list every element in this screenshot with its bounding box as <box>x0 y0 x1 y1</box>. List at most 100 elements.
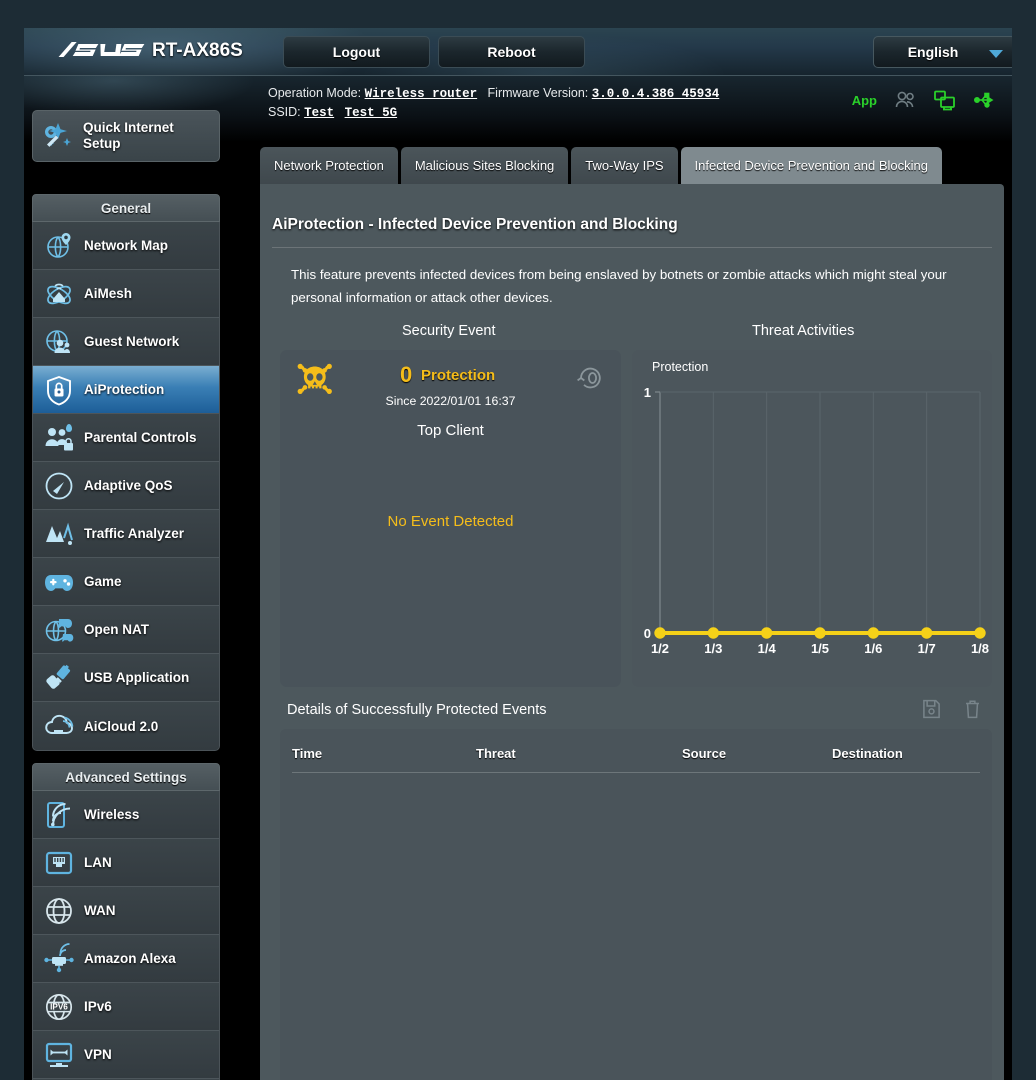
security-event-card: 0 Protection Since 2022/01/01 16:37 Top … <box>280 350 621 687</box>
chart-y-tick-label: 1 <box>644 385 651 400</box>
quick-setup-icon <box>41 119 75 153</box>
sidebar-item-usb-application[interactable]: USB Application <box>33 654 219 702</box>
open-nat-icon <box>42 614 76 646</box>
chart-data-point[interactable] <box>921 628 931 638</box>
sidebar-item-aimesh[interactable]: AiMesh <box>33 270 219 318</box>
shield-lock-icon <box>42 374 76 406</box>
usb-devices-icon[interactable] <box>933 89 957 111</box>
sidebar-item-label: Guest Network <box>84 334 179 349</box>
sidebar-item-traffic-analyzer[interactable]: Traffic Analyzer <box>33 510 219 558</box>
usb-icon[interactable] <box>973 89 997 111</box>
firmware-value[interactable]: 3.0.0.4.386_45934 <box>592 87 720 101</box>
wireless-icon <box>42 799 76 831</box>
ssid-2g-link[interactable]: Test <box>304 106 334 120</box>
chart-data-point[interactable] <box>975 628 985 638</box>
sidebar-group-general: General Network Map AiMesh Guest Network Ai… <box>32 194 220 751</box>
sidebar-group-advanced: Advanced Settings Wireless LAN WAN Amazon A… <box>32 763 220 1080</box>
tab-infected-device-prevention-and-blocking[interactable]: Infected Device Prevention and Blocking <box>681 147 942 184</box>
sidebar-item-label: IPv6 <box>84 999 112 1014</box>
network-map-icon <box>42 230 76 262</box>
sidebar-item-label: Game <box>84 574 122 589</box>
sidebar-item-adaptive-qos[interactable]: Adaptive QoS <box>33 462 219 510</box>
app-link[interactable]: App <box>852 93 877 108</box>
protection-count: 0 <box>400 362 412 388</box>
chart-data-point[interactable] <box>868 628 878 638</box>
table-header-row: Time Threat Source Destination <box>292 737 980 773</box>
chart-data-point[interactable] <box>815 628 825 638</box>
top-header-bar: RT-AX86S Logout Reboot English <box>24 28 1012 76</box>
sidebar-item-wireless[interactable]: Wireless <box>33 791 219 839</box>
details-heading: Details of Successfully Protected Events <box>287 702 547 718</box>
sidebar-item-parental-controls[interactable]: Parental Controls <box>33 414 219 462</box>
guest-network-icon <box>42 326 76 358</box>
protection-label: Protection <box>421 367 495 384</box>
ssid-line: SSID: Test Test_5G <box>268 105 397 120</box>
sidebar-item-open-nat[interactable]: Open NAT <box>33 606 219 654</box>
details-toolbar <box>922 698 982 720</box>
column-header-threat: Threat <box>476 746 516 761</box>
sidebar-item-ipv6[interactable]: IPV6IPv6 <box>33 983 219 1031</box>
chart-data-point[interactable] <box>761 628 771 638</box>
security-event-heading: Security Event <box>402 323 496 339</box>
reboot-button[interactable]: Reboot <box>438 36 585 68</box>
threat-activities-heading: Threat Activities <box>752 323 854 339</box>
sidebar-group-general-header: General <box>32 194 220 222</box>
gauge-icon <box>42 470 76 502</box>
tab-network-protection[interactable]: Network Protection <box>260 147 398 184</box>
trash-icon[interactable] <box>963 698 982 720</box>
chart-data-point[interactable] <box>708 628 718 638</box>
operation-mode-line: Operation Mode: Wireless router Firmware… <box>268 86 719 101</box>
sidebar-general-list: Network Map AiMesh Guest Network AiProtecti… <box>32 222 220 751</box>
logout-button[interactable]: Logout <box>283 36 430 68</box>
column-header-destination: Destination <box>832 746 903 761</box>
chart-x-tick-label: 1/4 <box>758 641 777 656</box>
protected-events-table: Time Threat Source Destination <box>280 729 992 1080</box>
chart-x-tick-label: 1/6 <box>864 641 882 656</box>
tab-malicious-sites-blocking[interactable]: Malicious Sites Blocking <box>401 147 568 184</box>
clients-icon[interactable] <box>893 89 917 111</box>
reset-counter-icon[interactable] <box>574 362 606 394</box>
operation-mode-value[interactable]: Wireless router <box>365 87 478 101</box>
router-admin-window: RT-AX86S Logout Reboot English Operation… <box>24 28 1012 1080</box>
sidebar-item-label: AiCloud 2.0 <box>84 719 158 734</box>
tab-two-way-ips[interactable]: Two-Way IPS <box>571 147 677 184</box>
sidebar-item-aiprotection[interactable]: AiProtection <box>33 366 219 414</box>
lan-port-icon <box>42 847 76 879</box>
chart-x-tick-label: 1/3 <box>704 641 722 656</box>
asus-logo <box>55 40 151 68</box>
since-timestamp: Since 2022/01/01 16:37 <box>280 394 621 408</box>
usb-icon <box>42 662 76 694</box>
sidebar-item-label: VPN <box>84 1047 112 1062</box>
top-client-label: Top Client <box>280 422 621 439</box>
sidebar-item-label: WAN <box>84 903 116 918</box>
gamepad-icon <box>42 566 76 598</box>
sidebar-group-advanced-header: Advanced Settings <box>32 763 220 791</box>
sidebar-item-network-map[interactable]: Network Map <box>33 222 219 270</box>
sidebar-item-wan[interactable]: WAN <box>33 887 219 935</box>
language-selector[interactable]: English <box>873 36 1012 68</box>
column-header-source: Source <box>682 746 726 761</box>
threat-activities-chart-card: Protection 101/21/31/41/51/61/71/8 <box>632 350 992 687</box>
ssid-label: SSID: <box>268 105 301 119</box>
sidebar-item-lan[interactable]: LAN <box>33 839 219 887</box>
sidebar-item-label: Network Map <box>84 238 168 253</box>
sidebar-advanced-list: WirelessLANWANAmazon AlexaIPV6IPv6VPNFir… <box>32 791 220 1080</box>
sidebar-item-label: Wireless <box>84 807 139 822</box>
sidebar-item-vpn[interactable]: VPN <box>33 1031 219 1079</box>
firmware-label: Firmware Version: <box>488 86 589 100</box>
sidebar-item-aicloud-2-0[interactable]: AiCloud 2.0 <box>33 702 219 750</box>
header-icon-group: App <box>852 89 997 111</box>
sidebar-item-amazon-alexa[interactable]: Amazon Alexa <box>33 935 219 983</box>
chart-data-point[interactable] <box>655 628 665 638</box>
sidebar-item-guest-network[interactable]: Guest Network <box>33 318 219 366</box>
tab-bar: Network ProtectionMalicious Sites Blocki… <box>260 147 945 184</box>
sidebar-item-game[interactable]: Game <box>33 558 219 606</box>
sidebar-item-label: Parental Controls <box>84 430 197 445</box>
save-icon[interactable] <box>922 698 941 720</box>
globe-icon <box>42 895 76 927</box>
main-content-panel: AiProtection - Infected Device Preventio… <box>260 184 1004 1080</box>
ssid-5g-link[interactable]: Test_5G <box>345 106 398 120</box>
column-header-time: Time <box>292 746 322 761</box>
sidebar-item-label: Adaptive QoS <box>84 478 173 493</box>
quick-internet-setup-button[interactable]: Quick InternetSetup <box>32 110 220 162</box>
